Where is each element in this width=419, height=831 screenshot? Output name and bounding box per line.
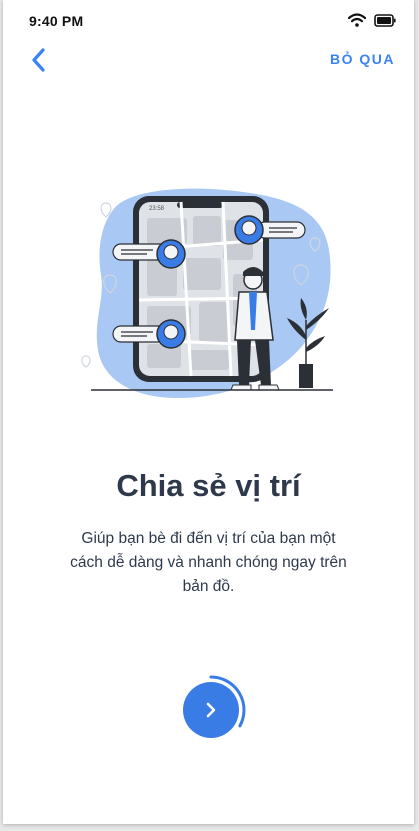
wifi-icon <box>348 13 366 27</box>
next-button-wrapper <box>175 670 251 746</box>
phone-time: 23:58 <box>149 206 165 212</box>
status-bar: 9:40 PM <box>3 0 414 40</box>
share-location-illustration: 23:58 <box>81 188 333 398</box>
top-nav: BỎ QUA <box>3 40 414 80</box>
page-title: Chia sẻ vị trí <box>116 468 301 503</box>
next-button[interactable] <box>183 682 239 738</box>
battery-icon <box>374 13 396 27</box>
onboarding-screen: 9:40 PM BỎ QUA 23:58 Chia sẻ vị trí Giúp… <box>3 0 414 824</box>
page-description: Giúp bạn bè đi đến vị trí của bạn một cá… <box>70 530 347 595</box>
status-time: 9:40 PM <box>29 13 84 29</box>
chevron-left-icon <box>32 48 45 72</box>
skip-button[interactable]: BỎ QUA <box>330 51 395 67</box>
back-button[interactable] <box>27 47 51 73</box>
status-icons <box>348 13 396 27</box>
chevron-right-icon <box>206 702 216 718</box>
